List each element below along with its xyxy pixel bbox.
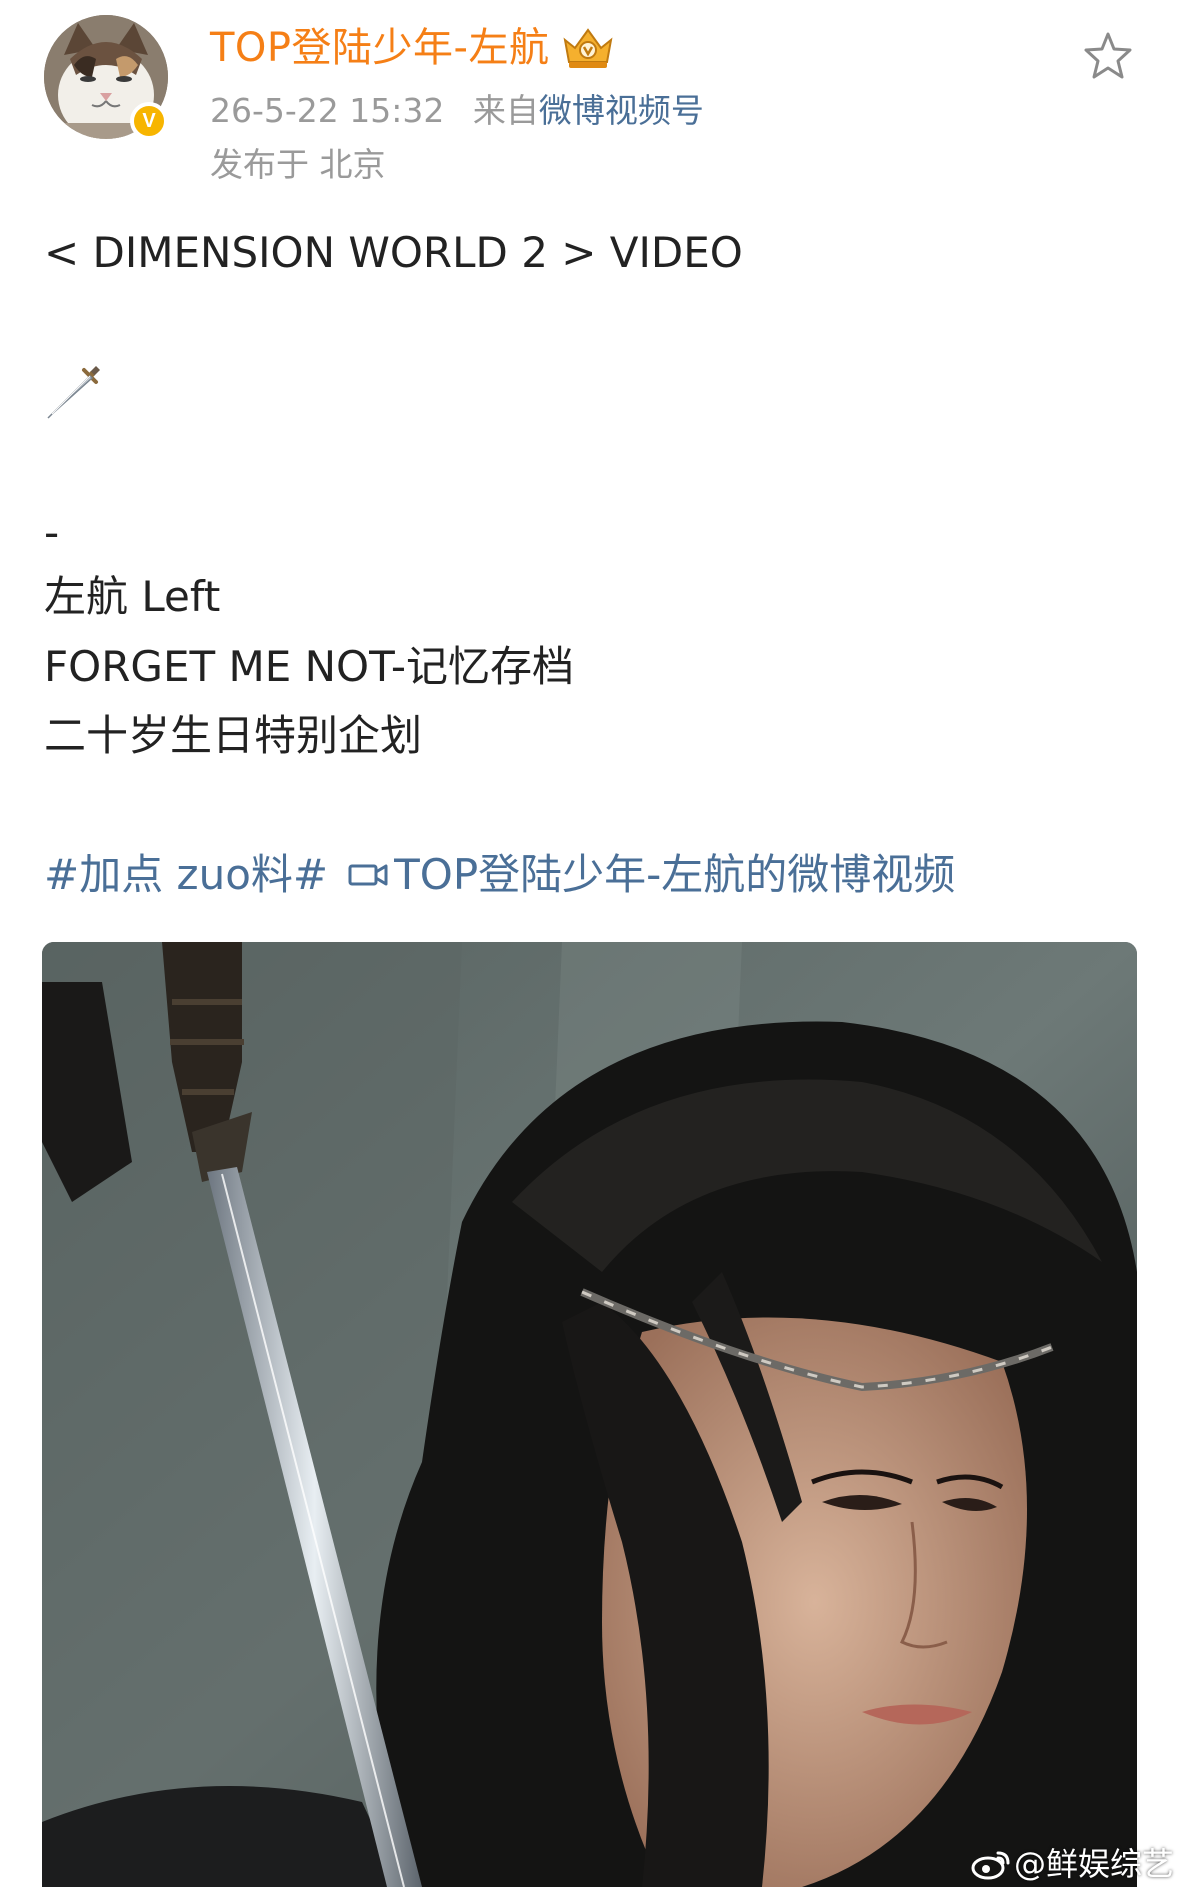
- post-text-forget: FORGET ME NOT-记忆存档: [44, 642, 575, 691]
- username-row: TOP登陆少年-左航: [210, 24, 615, 72]
- post-links: #加点 zuo料# TOP登陆少年-左航的微博视频: [44, 848, 955, 902]
- watermark: @鲜娱综艺: [970, 1844, 1174, 1884]
- post-timestamp: 26-5-22 15:32: [210, 91, 445, 130]
- post-text-title: < DIMENSION WORLD 2 > VIDEO: [44, 228, 743, 277]
- verified-badge: V: [130, 102, 168, 140]
- verified-badge-letter: V: [142, 110, 156, 132]
- post-text-name: 左航 Left: [44, 572, 221, 621]
- watermark-text: @鲜娱综艺: [1014, 1845, 1175, 1883]
- video-player[interactable]: [42, 942, 1137, 1887]
- post-text-dash: -: [44, 508, 60, 557]
- weibo-logo-icon: [971, 1851, 1010, 1880]
- video-thumbnail: [42, 942, 1137, 1887]
- video-source-link[interactable]: TOP登陆少年-左航的微博视频: [348, 848, 955, 902]
- dagger-icon: [47, 366, 100, 419]
- source-link[interactable]: 微博视频号: [539, 91, 704, 130]
- video-source-label: TOP登陆少年-左航的微博视频: [394, 850, 956, 899]
- vip-crown-icon[interactable]: [561, 26, 615, 70]
- weibo-post: V TOP登陆少年-左航 26-5-22 15:32 来自微博视频号 发布于 北…: [0, 0, 1179, 1887]
- hashtag-link[interactable]: #加点 zuo料#: [44, 848, 328, 902]
- source-prefix: 来自: [472, 91, 539, 130]
- post-text-birthday: 二十岁生日特别企划: [44, 711, 423, 760]
- post-location: 发布于 北京: [210, 145, 386, 184]
- star-icon[interactable]: [1082, 30, 1134, 82]
- post-meta: 26-5-22 15:32 来自微博视频号: [210, 90, 704, 132]
- username-link[interactable]: TOP登陆少年-左航: [210, 24, 549, 72]
- video-camera-icon: [348, 864, 388, 886]
